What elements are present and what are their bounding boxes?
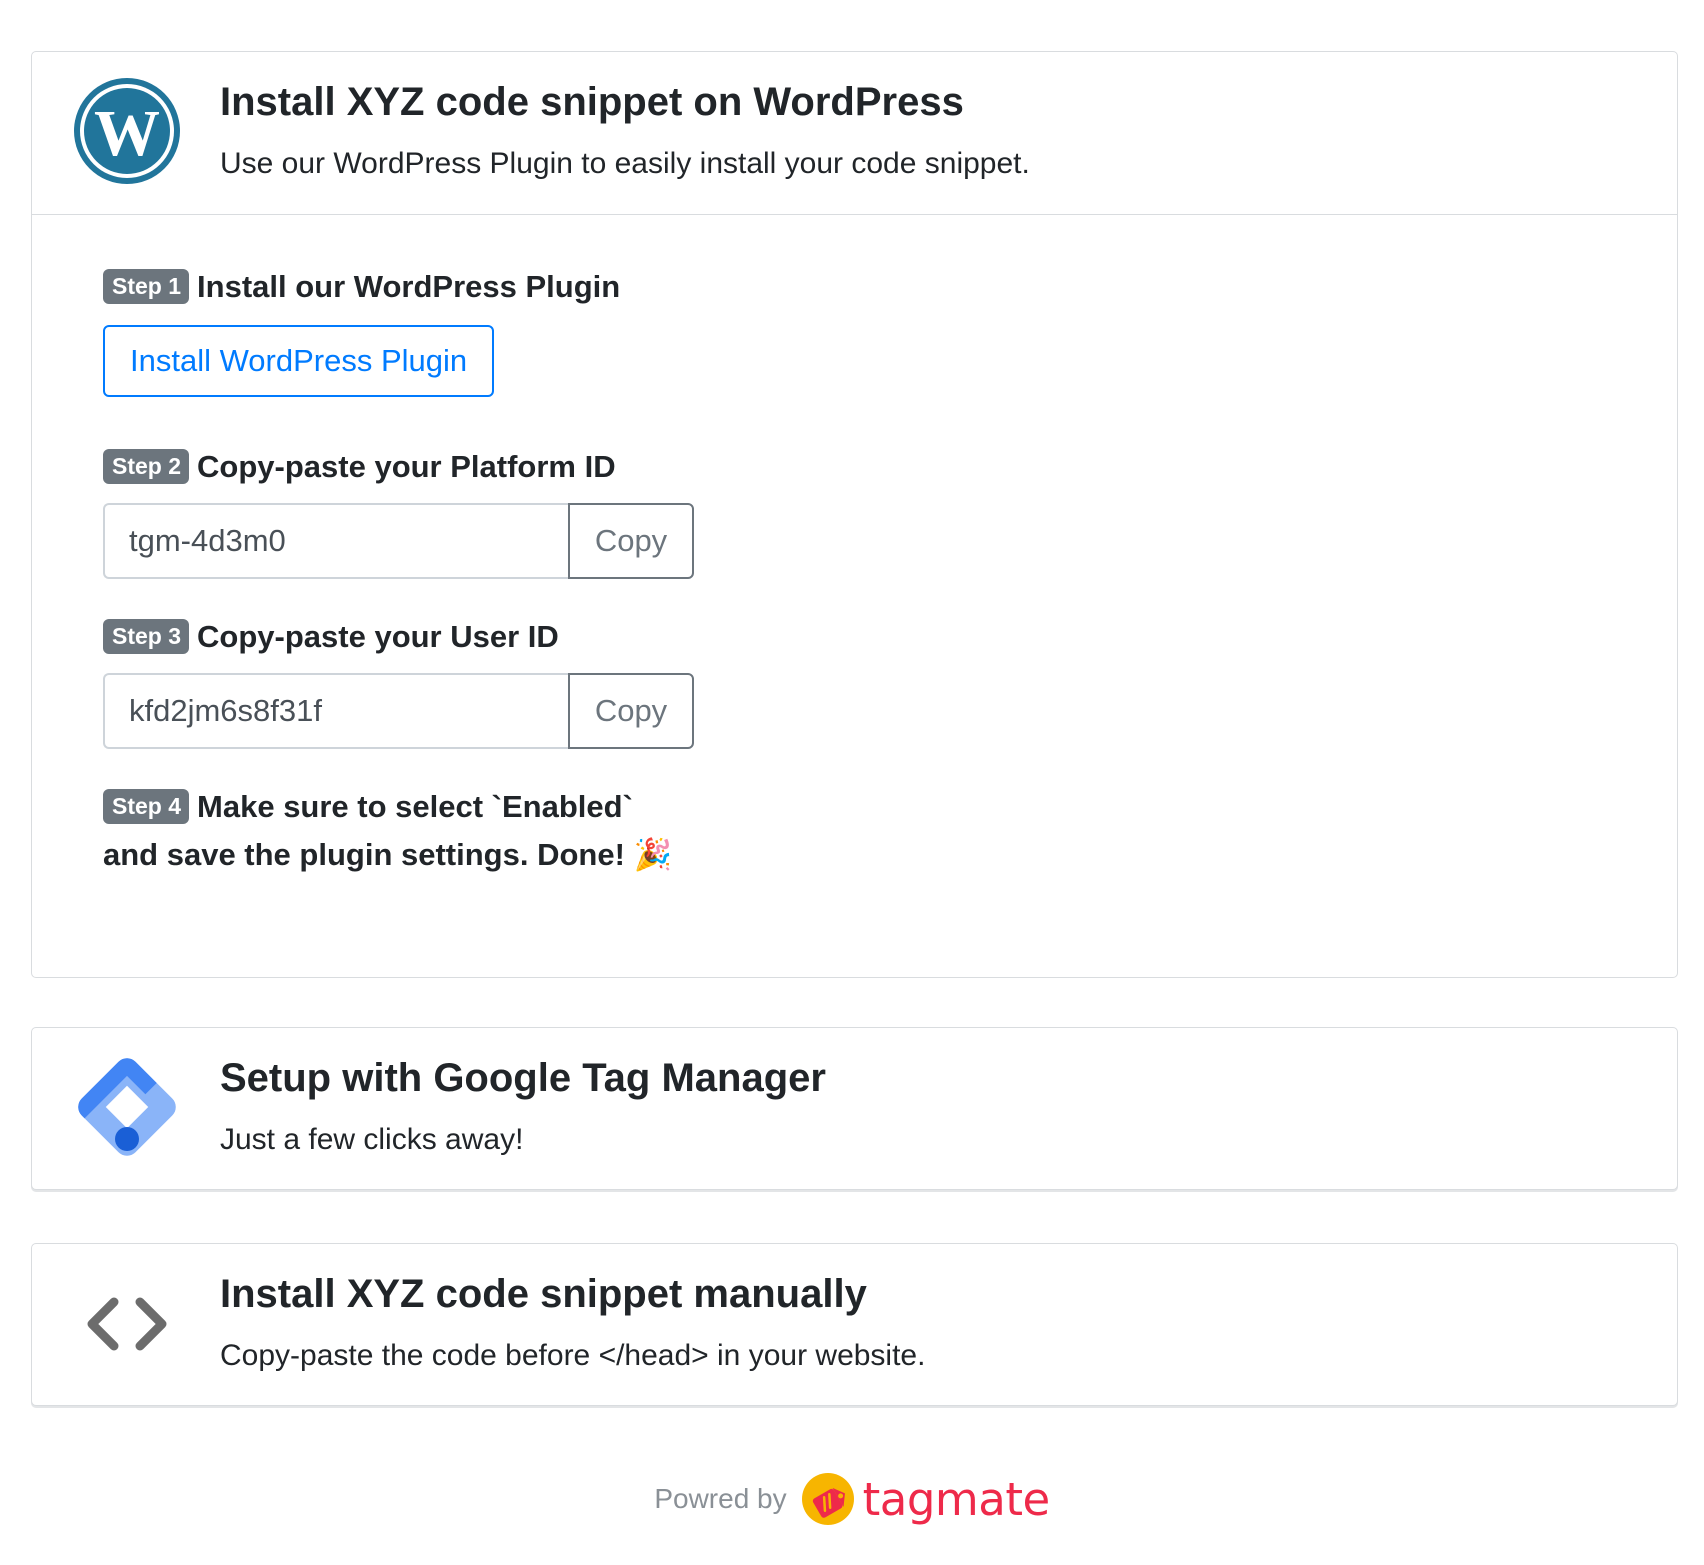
svg-text:W: W xyxy=(94,97,160,170)
step-2-text: Copy-paste your Platform ID xyxy=(197,449,616,484)
step-3-badge: Step 3 xyxy=(103,619,190,654)
step-1-heading: Step 1 Install our WordPress Plugin xyxy=(103,263,1677,311)
party-popper-icon: 🎉 xyxy=(633,837,673,873)
step-4-badge: Step 4 xyxy=(103,789,190,824)
gtm-card-subtitle: Just a few clicks away! xyxy=(220,1123,524,1156)
manual-card-subtitle: Copy-paste the code before </head> in yo… xyxy=(220,1339,926,1372)
wordpress-steps: Step 1 Install our WordPress Plugin Insta… xyxy=(32,215,1677,977)
google-tag-manager-logo-icon xyxy=(78,1058,176,1156)
wordpress-logo-icon: W xyxy=(74,78,180,184)
user-id-input[interactable] xyxy=(103,673,568,749)
code-brackets-icon xyxy=(87,1297,167,1351)
gtm-card[interactable]: Setup with Google Tag Manager Just a few… xyxy=(31,1027,1678,1190)
wordpress-card: W Install XYZ code snippet on WordPress … xyxy=(31,51,1678,978)
step-4-text-line2: and save the plugin settings. Done! xyxy=(103,837,625,872)
wordpress-card-header[interactable]: W Install XYZ code snippet on WordPress … xyxy=(32,52,1677,215)
powered-by-footer: Powred by tagmate xyxy=(0,1469,1704,1529)
copy-platform-id-button[interactable]: Copy xyxy=(568,503,694,579)
platform-id-group: Copy xyxy=(103,503,694,579)
tagmate-logo-icon[interactable] xyxy=(801,1472,855,1526)
tagmate-brand-text[interactable]: tagmate xyxy=(863,1473,1051,1526)
gtm-card-header[interactable]: Setup with Google Tag Manager Just a few… xyxy=(32,1028,1677,1191)
step-3-text: Copy-paste your User ID xyxy=(197,619,559,654)
step-4-line2: and save the plugin settings. Done! 🎉 xyxy=(103,831,1677,879)
step-2-badge: Step 2 xyxy=(103,449,190,484)
step-1-text: Install our WordPress Plugin xyxy=(197,269,621,304)
step-3-heading: Step 3 Copy-paste your User ID xyxy=(103,613,1677,661)
powered-by-label: Powred by xyxy=(654,1483,787,1514)
wordpress-card-subtitle: Use our WordPress Plugin to easily insta… xyxy=(220,147,1030,180)
manual-card-header[interactable]: Install XYZ code snippet manually Copy-p… xyxy=(32,1244,1677,1407)
wordpress-card-title: Install XYZ code snippet on WordPress xyxy=(220,80,964,124)
manual-card-title: Install XYZ code snippet manually xyxy=(220,1272,867,1316)
manual-card[interactable]: Install XYZ code snippet manually Copy-p… xyxy=(31,1243,1678,1406)
copy-user-id-button[interactable]: Copy xyxy=(568,673,694,749)
platform-id-input[interactable] xyxy=(103,503,568,579)
install-wordpress-plugin-button[interactable]: Install WordPress Plugin xyxy=(103,325,495,397)
step-1-badge: Step 1 xyxy=(103,269,190,304)
step-4-heading: Step 4 Make sure to select `Enabled` xyxy=(103,783,1677,831)
user-id-group: Copy xyxy=(103,673,694,749)
step-2-heading: Step 2 Copy-paste your Platform ID xyxy=(103,443,1677,491)
step-4-text-line1: Make sure to select `Enabled` xyxy=(197,789,633,824)
gtm-card-title: Setup with Google Tag Manager xyxy=(220,1056,826,1100)
